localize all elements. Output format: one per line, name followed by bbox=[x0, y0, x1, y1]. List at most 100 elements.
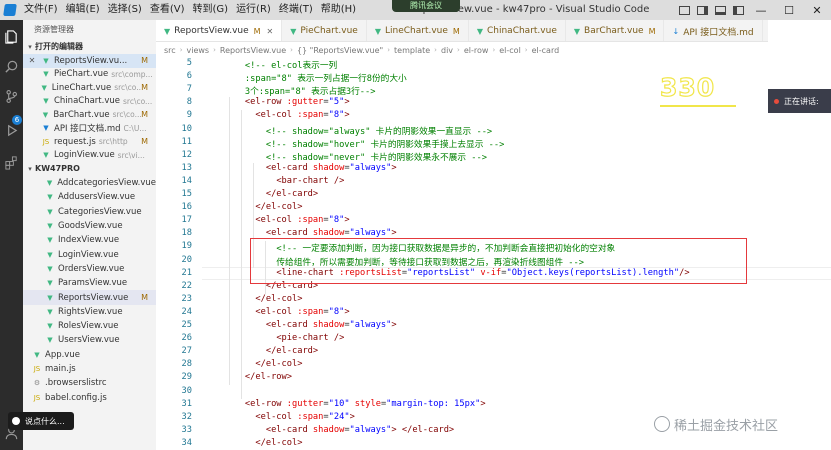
editor-tab[interactable]: ▼ BarChart.vue M bbox=[566, 20, 665, 41]
editor-tab[interactable]: ▼ PieChart.vue bbox=[282, 20, 367, 41]
code-token: <el-card bbox=[265, 228, 308, 239]
menu-item[interactable]: 文件(F) bbox=[20, 0, 62, 20]
close-button[interactable]: ✕ bbox=[803, 0, 831, 20]
menu-item[interactable]: 转到(G) bbox=[189, 0, 233, 20]
close-icon[interactable]: ✕ bbox=[23, 56, 41, 65]
line-number: 23 bbox=[181, 293, 192, 304]
file-tree-item[interactable]: ▼ RolesView.vue bbox=[23, 319, 156, 333]
chat-placeholder: 说点什么... bbox=[25, 416, 65, 426]
run-debug-icon[interactable] bbox=[0, 118, 23, 142]
open-editor-item[interactable]: ▼ ChinaChart.vue src\co... bbox=[23, 95, 156, 109]
code-token: <el-col bbox=[255, 411, 293, 422]
file-tree-item[interactable]: ▼ IndexView.vue bbox=[23, 233, 156, 247]
file-tree-item[interactable]: ▼ CategoriesView.vue bbox=[23, 205, 156, 219]
file-tree-item[interactable]: ▼ RightsView.vue bbox=[23, 305, 156, 319]
file-tree-item[interactable]: JS main.js bbox=[23, 362, 156, 376]
open-editors-header[interactable]: ▾ 打开的编辑器 bbox=[23, 40, 156, 54]
menu-item[interactable]: 查看(V) bbox=[146, 0, 189, 20]
file-tree-item[interactable]: ▼ ReportsView.vue M bbox=[23, 290, 156, 305]
file-tree-item[interactable]: ▼ ParamsView.vue bbox=[23, 276, 156, 290]
customize-layout-icon[interactable] bbox=[729, 0, 747, 20]
file-tree-item[interactable]: ▼ App.vue bbox=[23, 348, 156, 362]
code-line: <el-card shadow="always"> bbox=[224, 228, 397, 238]
open-editor-item[interactable]: ▼ PieChart.vue src\comp... bbox=[23, 68, 156, 82]
breadcrumb-item[interactable]: el-col bbox=[499, 46, 521, 55]
editor-tab[interactable]: ↓ API 接口文档.md bbox=[664, 20, 763, 41]
breadcrumb-item[interactable]: src bbox=[164, 46, 176, 55]
maximize-button[interactable]: ☐ bbox=[775, 0, 803, 20]
file-tree-item[interactable]: ▼ AddusersView.vue bbox=[23, 190, 156, 204]
file-tree-item[interactable]: ▼ GoodsView.vue bbox=[23, 219, 156, 233]
line-number: 17 bbox=[181, 215, 192, 226]
source-control-icon[interactable] bbox=[0, 84, 23, 108]
file-tree-item[interactable]: ▼ LoginView.vue bbox=[23, 247, 156, 261]
code-line: </el-col> bbox=[224, 438, 302, 448]
file-name: AddusersView.vue bbox=[58, 192, 136, 203]
file-tree-item[interactable]: ▼ OrdersView.vue bbox=[23, 262, 156, 276]
menu-item[interactable]: 选择(S) bbox=[104, 0, 146, 20]
breadcrumb-item[interactable]: template bbox=[394, 46, 430, 55]
editor-tab[interactable]: ▼ ChinaChart.vue bbox=[469, 20, 566, 41]
open-editor-item[interactable]: ▼ LineChart.vue src\co... M bbox=[23, 81, 156, 95]
vue-file-icon: ▼ bbox=[43, 97, 49, 106]
file-name: OrdersView.vue bbox=[58, 263, 125, 274]
close-tab-icon[interactable]: ✕ bbox=[267, 27, 274, 36]
editor-tab[interactable]: ▼ ReportsView.vue M ✕ bbox=[156, 20, 283, 41]
extensions-icon[interactable] bbox=[0, 150, 23, 174]
open-editor-path: C:\U... bbox=[123, 123, 147, 133]
line-number: 16 bbox=[181, 202, 192, 213]
file-tree-item[interactable]: ▼ AddcategoriesView.vue bbox=[23, 176, 156, 190]
explorer-sidebar: 资源管理器 ▾ 打开的编辑器 ✕ ▼ ReportsView.vu... M ▼ PieC… bbox=[23, 20, 156, 450]
code-token: shadow bbox=[307, 320, 345, 330]
open-editor-item[interactable]: ▼ LoginView.vue src\vi... bbox=[23, 149, 156, 163]
file-tree-item[interactable]: ⚙ .browserslistrc bbox=[23, 376, 156, 390]
breadcrumb-item[interactable]: el-card bbox=[532, 46, 560, 55]
code-token: <el-card bbox=[265, 162, 308, 173]
toggle-primary-sidebar-icon[interactable] bbox=[675, 0, 693, 20]
code-token: :gutter bbox=[281, 97, 324, 108]
menu-item[interactable]: 编辑(E) bbox=[62, 0, 104, 20]
chevron-right-icon: › bbox=[290, 46, 293, 54]
breadcrumb-item[interactable]: {} "ReportsView.vue" bbox=[297, 46, 383, 55]
project-label: KW47PRO bbox=[35, 164, 80, 173]
code-token: <pie-chart /> bbox=[276, 333, 345, 344]
code-token: <el-card bbox=[265, 424, 308, 435]
breadcrumb-item[interactable]: div bbox=[441, 46, 453, 55]
code-line: <pie-chart /> bbox=[224, 333, 344, 343]
open-editor-path: src\comp... bbox=[111, 69, 153, 79]
explorer-icon[interactable] bbox=[0, 24, 23, 48]
open-editor-item[interactable]: ▼ BarChart.vue src\co... M bbox=[23, 108, 156, 122]
breadcrumb-item[interactable]: el-row bbox=[464, 46, 489, 55]
menu-item[interactable]: 帮助(H) bbox=[317, 0, 360, 20]
meeting-indicator[interactable]: 腾讯会议 bbox=[392, 0, 460, 12]
code-line: </el-card> bbox=[224, 189, 318, 199]
breadcrumb-item[interactable]: views bbox=[187, 46, 210, 55]
open-editor-item[interactable]: ✕ ▼ ReportsView.vu... M bbox=[23, 54, 156, 68]
juejin-label: 稀土掘金技术社区 bbox=[674, 418, 779, 434]
project-header[interactable]: ▾ KW47PRO bbox=[23, 162, 156, 176]
menu-item[interactable]: 终端(T) bbox=[275, 0, 317, 20]
open-editor-item[interactable]: ▼ API 接口文档.md C:\U... bbox=[23, 122, 156, 136]
menu-item[interactable]: 运行(R) bbox=[232, 0, 275, 20]
minimize-button[interactable]: — bbox=[747, 0, 775, 20]
code-line: <!-- shadow="hover" 卡片的阴影效果手摸上去显示 --> bbox=[224, 137, 504, 150]
editor-tab[interactable]: ▼ LineChart.vue M bbox=[367, 20, 469, 41]
toggle-panel-icon[interactable] bbox=[693, 0, 711, 20]
open-editors-list: ✕ ▼ ReportsView.vu... M ▼ PieChart.vue src\com… bbox=[23, 54, 156, 162]
chat-input-popup[interactable]: 说点什么... bbox=[8, 412, 74, 430]
code-line: <el-row :gutter="5"> bbox=[224, 97, 350, 107]
code-token: "always" bbox=[349, 228, 392, 239]
file-tree-item[interactable]: ▼ UsersView.vue bbox=[23, 333, 156, 347]
toggle-secondary-sidebar-icon[interactable] bbox=[711, 0, 729, 20]
breadcrumb-item[interactable]: ReportsView.vue bbox=[220, 46, 286, 55]
open-editor-item[interactable]: JS request.js src\http M bbox=[23, 135, 156, 149]
file-tree-item[interactable]: JS babel.config.js bbox=[23, 390, 156, 404]
vue-file-icon: ▼ bbox=[47, 222, 53, 231]
search-icon[interactable] bbox=[0, 54, 23, 78]
